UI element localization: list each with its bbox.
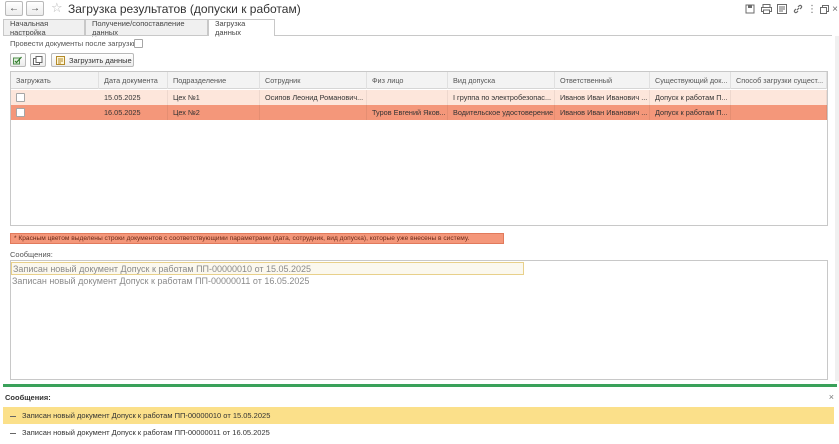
tab-receive-match[interactable]: Получение/сопоставление данных: [85, 19, 208, 37]
panel-close-icon[interactable]: ×: [829, 392, 834, 402]
messages-panel: Сообщения: × Записан новый документ Допу…: [0, 384, 839, 444]
check-all-button[interactable]: [10, 53, 26, 67]
col-load[interactable]: Загружать: [11, 72, 99, 89]
panel-accent-bar: [3, 384, 837, 387]
col-person[interactable]: Физ лицо: [367, 72, 448, 89]
dash-icon: [10, 415, 16, 417]
message-line[interactable]: Записан новый документ Допуск к работам …: [11, 262, 524, 275]
panel-title: Сообщения:: [5, 393, 51, 402]
messages-area[interactable]: Записан новый документ Допуск к работам …: [10, 260, 828, 380]
row-person: [367, 90, 448, 105]
row-responsible: Иванов Иван Иванович ...: [555, 105, 650, 120]
scrollbar[interactable]: [835, 36, 839, 381]
row-dept: Цех №2: [168, 105, 260, 120]
row-date: 16.05.2025: [99, 105, 168, 120]
close-icon[interactable]: ×: [829, 3, 839, 15]
col-type[interactable]: Вид допуска: [448, 72, 555, 89]
row-date: 15.05.2025: [99, 90, 168, 105]
col-method[interactable]: Способ загрузки сущест...: [731, 72, 827, 89]
row-existing: Допуск к работам П...: [650, 105, 731, 120]
row-type: Водительское удостоверение: [448, 105, 555, 120]
star-icon[interactable]: ☆: [51, 0, 63, 16]
preview-icon[interactable]: [776, 3, 788, 15]
tab-initial-setup[interactable]: Начальная настройка: [3, 19, 85, 37]
row-dept: Цех №1: [168, 90, 260, 105]
col-dept[interactable]: Подразделение: [168, 72, 260, 89]
row-type: I группа по электробезопас...: [448, 90, 555, 105]
page-title: Загрузка результатов (допуски к работам): [68, 2, 301, 16]
table-row[interactable]: 16.05.2025 Цех №2 Туров Евгений Яков... …: [11, 105, 827, 120]
post-docs-label: Провести документы после загрузки:: [10, 39, 140, 48]
arrow-right-icon: →: [30, 3, 40, 14]
row-load-checkbox[interactable]: [16, 108, 25, 117]
col-employee[interactable]: Сотрудник: [260, 72, 367, 89]
check-all-icon: [13, 56, 22, 64]
documents-table: Загружать Дата документа Подразделение С…: [10, 71, 828, 226]
load-icon: [56, 55, 65, 65]
row-existing: Допуск к работам П...: [650, 90, 731, 105]
panel-message[interactable]: Записан новый документ Допуск к работам …: [3, 424, 834, 441]
post-docs-checkbox[interactable]: [134, 39, 143, 48]
duplicate-note: * Красным цветом выделены строки докумен…: [10, 233, 504, 244]
copy-icon: [33, 55, 43, 65]
back-button[interactable]: ←: [5, 1, 23, 16]
load-data-button[interactable]: Загрузить данные: [51, 53, 134, 67]
tab-load-data[interactable]: Загрузка данных: [208, 19, 275, 37]
dash-icon: [10, 432, 16, 434]
row-employee: Осипов Леонид Романович...: [260, 90, 367, 105]
link-icon[interactable]: [792, 3, 804, 15]
row-employee: [260, 105, 367, 120]
save-icon[interactable]: [744, 3, 756, 15]
forward-button[interactable]: →: [26, 1, 44, 16]
row-person: Туров Евгений Яков...: [367, 105, 448, 120]
col-date[interactable]: Дата документа: [99, 72, 168, 89]
more-icon[interactable]: ⋮: [806, 3, 818, 15]
arrow-left-icon: ←: [9, 3, 19, 14]
table-header: Загружать Дата документа Подразделение С…: [11, 72, 827, 89]
print-icon[interactable]: [760, 3, 772, 15]
row-method: [731, 105, 827, 120]
table-row[interactable]: 15.05.2025 Цех №1 Осипов Леонид Романови…: [11, 90, 827, 105]
panel-message[interactable]: Записан новый документ Допуск к работам …: [3, 407, 834, 424]
row-load-checkbox[interactable]: [16, 93, 25, 102]
col-responsible[interactable]: Ответственный: [555, 72, 650, 89]
row-responsible: Иванов Иван Иванович ...: [555, 90, 650, 105]
tab-divider: [3, 35, 832, 36]
col-existing[interactable]: Существующий док...: [650, 72, 731, 89]
row-method: [731, 90, 827, 105]
copy-button[interactable]: [30, 53, 46, 67]
message-line[interactable]: Записан новый документ Допуск к работам …: [11, 275, 309, 288]
messages-label: Сообщения:: [10, 250, 53, 259]
